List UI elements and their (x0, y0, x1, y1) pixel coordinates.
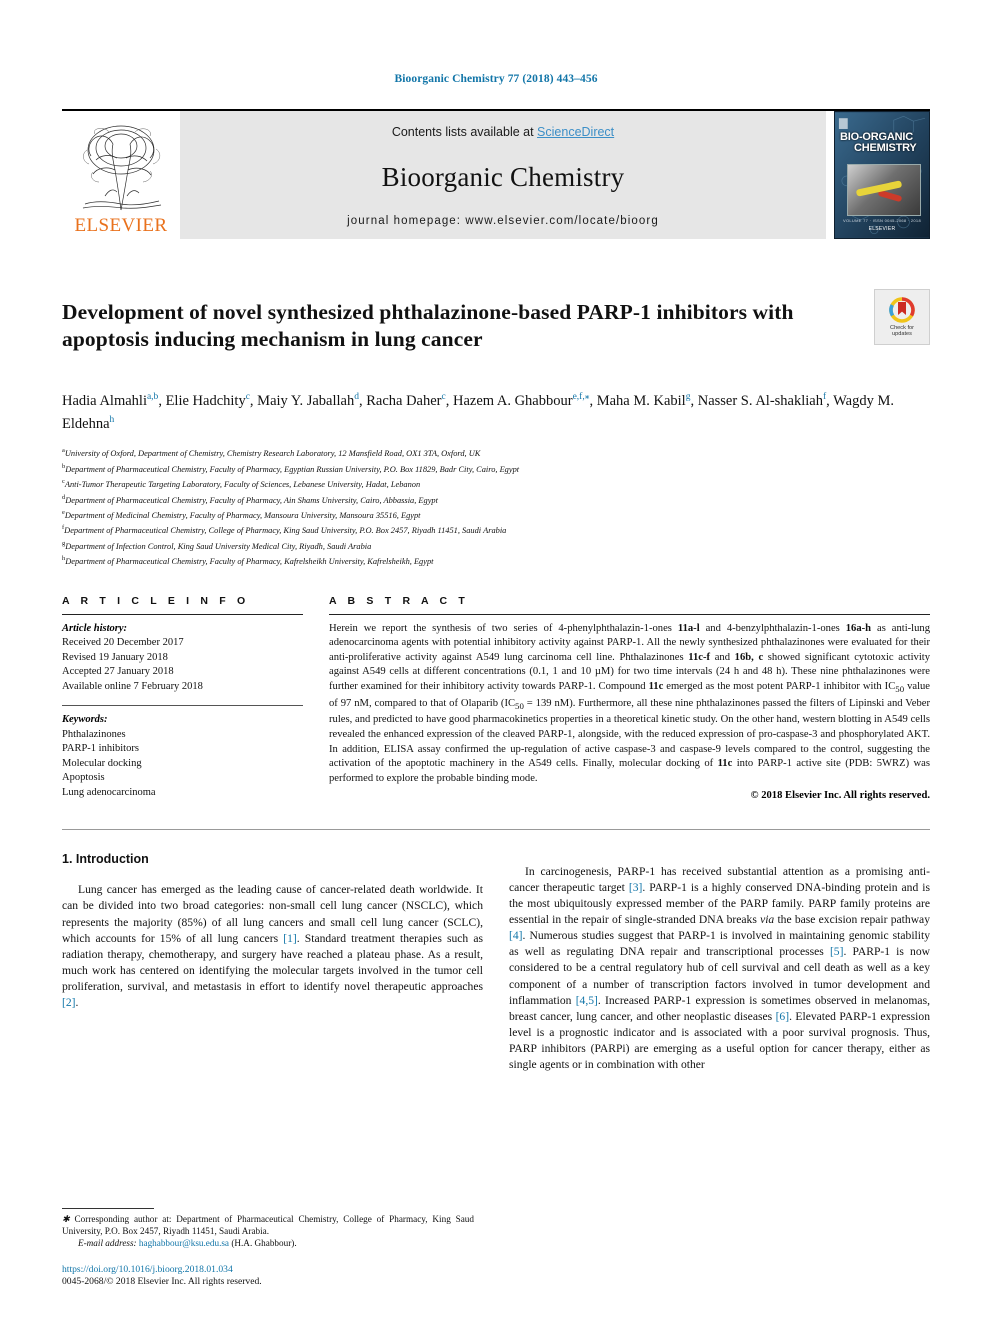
cover-structure-image (847, 164, 921, 216)
author-name: Hadia Almahli (62, 392, 147, 409)
affiliation-text: Department of Pharmaceutical Chemistry, … (65, 556, 434, 566)
affiliation-text: University of Oxford, Department of Chem… (64, 449, 481, 459)
corresponding-author-note: ✱ Corresponding author at: Department of… (62, 1213, 474, 1236)
crossmark-icon (889, 296, 915, 323)
author-name: Nasser S. Al-shakliah (697, 392, 823, 409)
article-history-item: Revised 19 January 2018 (62, 651, 168, 663)
author-name: Maiy Y. Jaballah (257, 392, 355, 409)
elsevier-wordmark: ELSEVIER (74, 215, 168, 236)
footnote-rule (62, 1207, 154, 1209)
section-heading-introduction: 1. Introduction (62, 852, 149, 867)
title-block: Development of novel synthesized phthala… (62, 285, 930, 368)
affiliation-list: aUniversity of Oxford, Department of Che… (62, 445, 930, 568)
author-affiliation-marker: h (109, 415, 115, 426)
body-columns: 1. Introduction Lung cancer has emerged … (62, 852, 930, 1084)
affiliation-text: Department of Pharmaceutical Chemistry, … (65, 464, 520, 474)
cover-footer: VOLUME 77 · ISSN 0045-2068 · 2018 ELSEVI… (835, 218, 929, 232)
keyword-item: Molecular docking (62, 757, 142, 769)
intro-paragraph-right: In carcinogenesis, PARP-1 has received s… (509, 864, 931, 1072)
body-column-left: 1. Introduction Lung cancer has emerged … (62, 852, 483, 1084)
article-info-rule (62, 613, 303, 615)
running-head: Bioorganic Chemistry 77 (2018) 443–456 (394, 73, 598, 85)
author-name: Hazem A. Ghabbour (452, 392, 573, 409)
affiliation-item: fDepartment of Pharmaceutical Chemistry,… (62, 522, 930, 537)
affiliation-text: Department of Infection Control, King Sa… (65, 541, 372, 551)
issn-copyright-line: 0045-2068/© 2018 Elsevier Inc. All right… (62, 1276, 262, 1288)
corresponding-email-note[interactable]: E-mail address: haghabbour@ksu.edu.sa (H… (62, 1237, 474, 1249)
article-history-item: Available online 7 February 2018 (62, 680, 203, 692)
keyword-item: Lung adenocarcinoma (62, 786, 156, 798)
body-column-right: In carcinogenesis, PARP-1 has received s… (509, 852, 930, 1084)
affiliation-item: dDepartment of Pharmaceutical Chemistry,… (62, 492, 930, 507)
article-history-label: Article history: (62, 622, 128, 634)
cover-publisher-text: ELSEVIER (868, 226, 896, 232)
body-top-rule (62, 829, 930, 831)
crossmark-label-line-1: Check for (890, 324, 914, 331)
article-info-heading: A R T I C L E I N F O (62, 594, 250, 607)
footnote-zone: ✱ Corresponding author at: Department of… (62, 1207, 474, 1289)
affiliation-text: Department of Pharmaceutical Chemistry, … (65, 495, 438, 505)
keywords-list: Phthalazinones PARP-1 inhibitors Molecular… (62, 728, 303, 801)
author-affiliation-marker: c (245, 391, 250, 402)
affiliation-text: Anti-Tumor Therapeutic Targeting Laborat… (64, 480, 421, 490)
crossmark-label-line-2: updates (892, 331, 912, 337)
contents-list-line: Contents lists available at ScienceDirec… (392, 125, 614, 139)
crossmark-badge[interactable]: Check for updates (874, 289, 930, 345)
affiliation-item: aUniversity of Oxford, Department of Che… (62, 445, 930, 460)
cover-title: BIO-ORGANIC CHEMISTRY (840, 132, 925, 154)
page-title: Development of novel synthesized phthala… (62, 300, 794, 352)
author-affiliation-marker: g (685, 391, 691, 402)
abstract-copyright: © 2018 Elsevier Inc. All rights reserved… (750, 790, 930, 802)
abstract-column: A B S T R A C T Herein we report the syn… (329, 595, 930, 804)
article-history-list: Received 20 December 2017 Revised 19 Janu… (62, 636, 303, 694)
affiliation-item: hDepartment of Pharmaceutical Chemistry,… (62, 553, 930, 568)
cover-image: BIO-ORGANIC CHEMISTRY VOLUME 77 · ISSN 0… (834, 111, 930, 239)
affiliation-item: gDepartment of Infection Control, King S… (62, 538, 930, 553)
author-name: Racha Daher (366, 392, 442, 409)
article-info-column: A R T I C L E I N F O Article history: R… (62, 595, 329, 804)
info-abstract-panel: A R T I C L E I N F O Article history: R… (62, 595, 930, 804)
abstract-heading: A B S T R A C T (329, 594, 469, 607)
keywords-label: Keywords: (62, 714, 108, 726)
author-list: Hadia Almahlia,b, Elie Hadchityc, Maiy Y… (62, 391, 894, 432)
journal-cover-thumbnail: BIO-ORGANIC CHEMISTRY VOLUME 77 · ISSN 0… (834, 111, 930, 239)
sciencedirect-link[interactable]: ScienceDirect (537, 125, 614, 139)
cover-volume-text: VOLUME 77 · ISSN 0045-2068 · 2018 (843, 218, 921, 223)
affiliation-item: cAnti-Tumor Therapeutic Targeting Labora… (62, 476, 930, 491)
article-history-item: Accepted 27 January 2018 (62, 666, 174, 678)
keywords-rule (62, 705, 303, 707)
article-page: Bioorganic Chemistry 77 (2018) 443–456 E… (0, 0, 992, 1323)
affiliation-item: eDepartment of Medicinal Chemistry, Facu… (62, 507, 930, 522)
doi-link[interactable]: https://doi.org/10.1016/j.bioorg.2018.01… (62, 1264, 474, 1277)
affiliation-item: bDepartment of Pharmaceutical Chemistry,… (62, 461, 930, 476)
keyword-item: Phthalazinones (62, 728, 126, 740)
journal-homepage[interactable]: journal homepage: www.elsevier.com/locat… (347, 215, 659, 227)
author-affiliation-marker: f (822, 391, 827, 402)
author-affiliation-marker: c (441, 391, 446, 402)
journal-title: Bioorganic Chemistry (381, 161, 625, 192)
author-name: Maha M. Kabil (596, 392, 686, 409)
banner-center: Contents lists available at ScienceDirec… (180, 111, 826, 239)
author-affiliation-marker: d (354, 391, 359, 402)
author-name: Elie Hadchity (165, 392, 246, 409)
elsevier-tree-icon (82, 125, 162, 211)
keyword-item: PARP-1 inhibitors (62, 743, 139, 755)
affiliation-text: Department of Medicinal Chemistry, Facul… (64, 510, 421, 520)
journal-banner: ELSEVIER Contents lists available at Sci… (62, 111, 930, 239)
elsevier-logo: ELSEVIER (62, 111, 180, 239)
keyword-item: Apoptosis (62, 772, 105, 784)
author-affiliation-marker: a,b (146, 391, 159, 402)
abstract-text: Herein we report the synthesis of two se… (329, 622, 931, 784)
affiliation-text: Department of Pharmaceutical Chemistry, … (64, 526, 507, 536)
abstract-rule (329, 613, 930, 615)
contents-prefix: Contents lists available at (391, 125, 538, 139)
crossmark-label: Check for updates (890, 325, 914, 338)
article-history-item: Received 20 December 2017 (62, 637, 184, 649)
author-affiliation-marker: e,f,⁎ (572, 391, 590, 402)
intro-paragraph-left: Lung cancer has emerged as the leading c… (62, 883, 484, 1009)
cover-title-line-2: CHEMISTRY (854, 142, 917, 154)
